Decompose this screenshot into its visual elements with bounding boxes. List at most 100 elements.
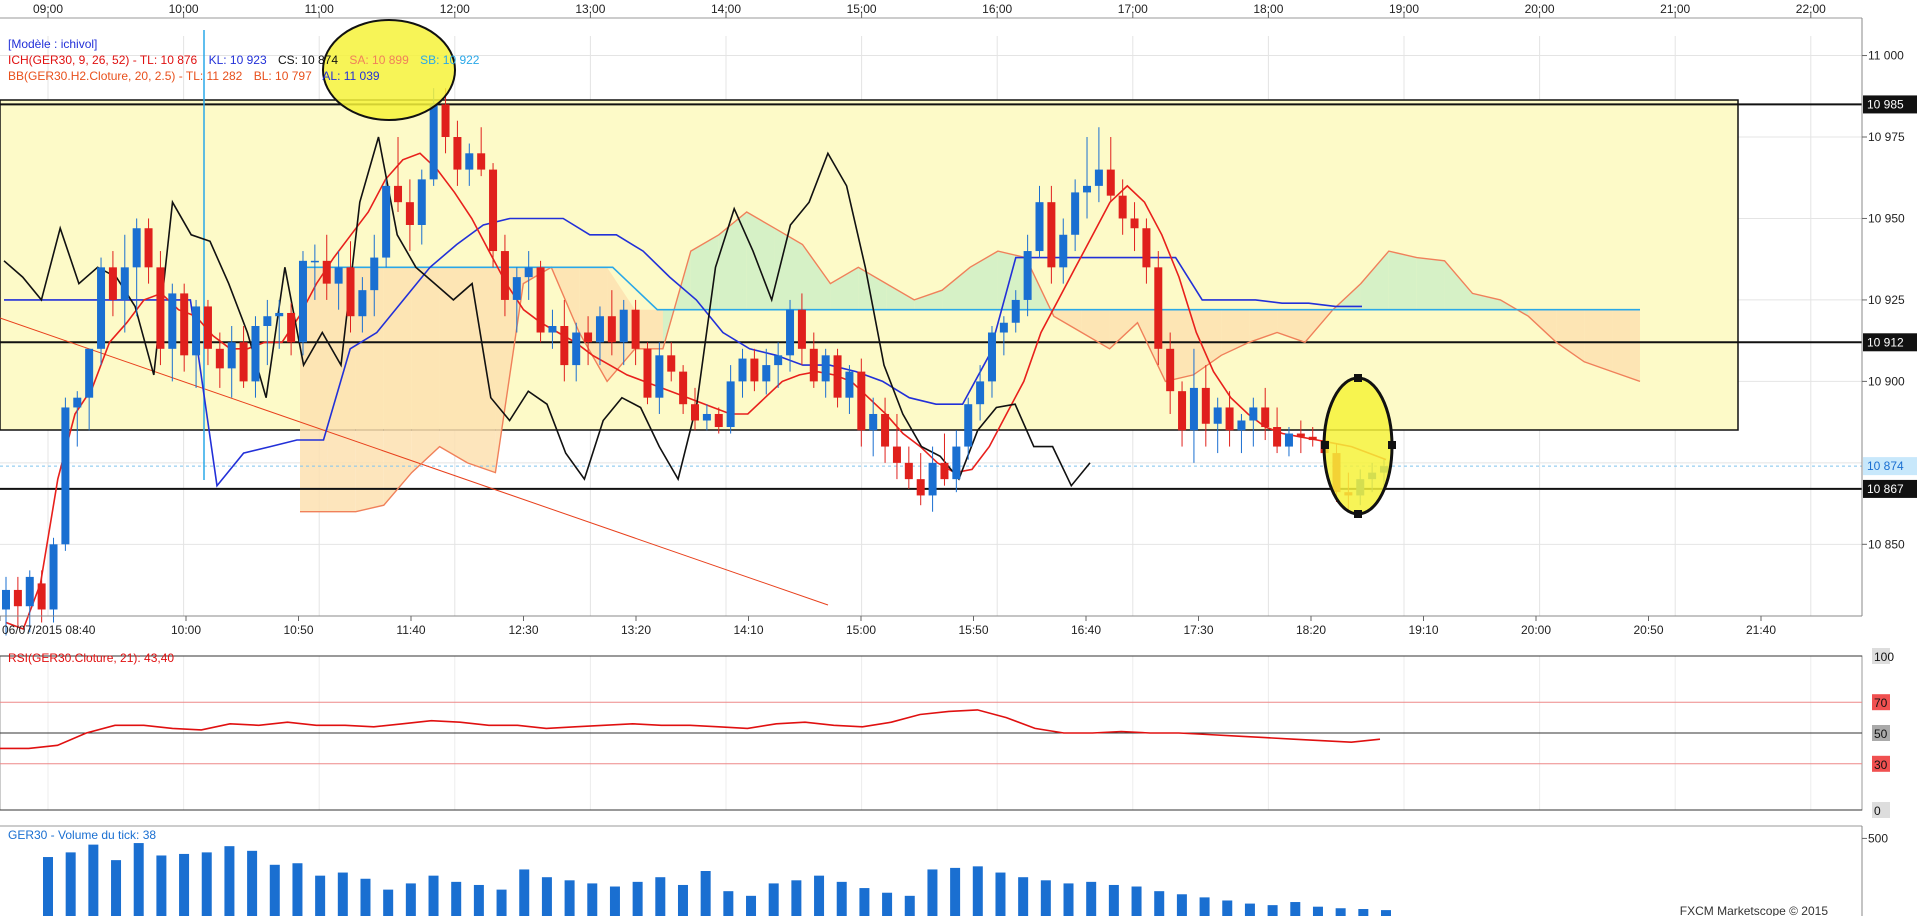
- candle-body: [987, 332, 996, 382]
- candle-body: [1284, 433, 1293, 447]
- candle-body: [679, 371, 688, 405]
- candle-body: [857, 371, 866, 431]
- candle: [156, 251, 165, 366]
- bb-al: AL: 11 039: [322, 69, 379, 83]
- volume-bar: [609, 886, 620, 916]
- volume-bar: [564, 880, 575, 916]
- volume-tick-label: 500: [1868, 831, 1888, 845]
- volume-bar: [814, 875, 825, 916]
- candle-body: [1237, 420, 1246, 431]
- top-axis-label: 14:00: [711, 2, 741, 16]
- candle-body: [322, 260, 331, 284]
- top-axis-label: 22:00: [1796, 2, 1826, 16]
- volume-bar: [791, 880, 802, 916]
- top-axis-label: 19:00: [1389, 2, 1419, 16]
- candle-body: [738, 358, 747, 382]
- volume-bar: [723, 891, 734, 916]
- volume-bar: [746, 895, 757, 916]
- candle-body: [61, 407, 70, 545]
- candle-body: [821, 355, 830, 382]
- candle-body: [809, 348, 818, 382]
- candle: [1154, 251, 1163, 366]
- candle-body: [976, 381, 985, 405]
- candle-body: [37, 583, 46, 610]
- level-tag-label: 10 912: [1867, 335, 1904, 349]
- bb-bl: BL: 10 797: [254, 69, 312, 83]
- level-tag-label: 10 874: [1867, 459, 1904, 473]
- candle-body: [156, 267, 165, 349]
- bottom-axis-label: 20:50: [1633, 623, 1663, 637]
- bottom-axis-label: 15:00: [846, 623, 876, 637]
- volume-label: GER30 - Volume du tick: 38: [8, 828, 156, 842]
- candle-body: [940, 462, 949, 480]
- candle-body: [1011, 299, 1020, 323]
- candle-body: [1225, 407, 1234, 431]
- rsi-tick-label: 50: [1874, 727, 1888, 741]
- volume-bar: [882, 892, 893, 916]
- volume-bar: [655, 877, 666, 916]
- candle-body: [584, 332, 593, 343]
- candle-body: [1201, 387, 1210, 424]
- rsi-panel[interactable]: 100 70 50 30 0 RSI(GER30.Cloture, 21): 43,40: [0, 648, 1894, 818]
- model-label: [Modèle : ichivol]: [8, 37, 97, 51]
- volume-bar: [927, 869, 938, 916]
- volume-bar: [1176, 894, 1187, 916]
- bottom-axis-label: 15:50: [958, 623, 988, 637]
- candle-body: [512, 277, 521, 300]
- volume-bar: [315, 875, 326, 916]
- candle-body: [477, 153, 486, 170]
- volume-bar: [337, 872, 348, 916]
- candle-body: [572, 332, 581, 366]
- candle-body: [750, 358, 759, 382]
- level-tag-label: 10 985: [1867, 97, 1904, 111]
- candle-body: [1035, 202, 1044, 252]
- volume-bar: [269, 864, 280, 916]
- ich-sa: SA: 10 899: [349, 53, 409, 67]
- bottom-axis-label: 17:30: [1183, 623, 1213, 637]
- candle-body: [1261, 407, 1270, 428]
- candle-body: [833, 355, 842, 398]
- candle-body: [453, 137, 462, 170]
- candle-body: [1071, 192, 1080, 235]
- top-axis-label: 13:00: [575, 2, 605, 16]
- volume-bar: [473, 884, 484, 916]
- top-axis-label: 12:00: [440, 2, 470, 16]
- volume-bar: [859, 888, 870, 916]
- candle-body: [1059, 234, 1068, 268]
- candle-body: [726, 381, 735, 428]
- ich-sb: SB: 10 922: [420, 53, 480, 67]
- bottom-axis-label: 06/07/2015 08:40: [2, 623, 96, 637]
- volume-bar: [541, 877, 552, 916]
- candle-body: [287, 312, 296, 343]
- candle-body: [1178, 391, 1187, 431]
- candle-body: [643, 348, 652, 398]
- volume-bar: [700, 871, 711, 916]
- volume-bar: [111, 860, 122, 916]
- candle-body: [714, 413, 723, 428]
- candle-body: [1118, 195, 1127, 219]
- candle-body: [298, 260, 307, 343]
- volume-bar: [836, 881, 847, 916]
- volume-bar: [88, 844, 99, 916]
- price-tick-label: 10 950: [1868, 211, 1905, 225]
- candle-body: [13, 589, 22, 607]
- candle-body: [1213, 407, 1222, 424]
- candle-body: [952, 446, 961, 480]
- candle-body: [560, 326, 569, 366]
- candle-body: [275, 312, 284, 317]
- ich-legend: ICH(GER30, 9, 26, 52) - TL: 10 876 KL: 1…: [8, 53, 480, 67]
- chart-window: 09:00 10:00 11:00 12:00 13:00 14:00 15:00 16:00…: [0, 0, 1919, 918]
- candle-body: [774, 355, 783, 366]
- volume-bar: [950, 867, 961, 916]
- candle-body: [2, 589, 10, 610]
- price-tick-label: 10 900: [1868, 374, 1905, 388]
- volume-bar: [1244, 903, 1255, 916]
- volume-bar: [224, 846, 235, 916]
- bottom-axis-label: 16:40: [1071, 623, 1101, 637]
- candle-body: [607, 316, 616, 343]
- candle-body: [465, 153, 474, 170]
- bb-prefix: BB(GER30.H2.Cloture, 20, 2.5) -: [8, 69, 186, 83]
- candle-body: [192, 306, 201, 356]
- candle-body: [881, 413, 890, 447]
- bottom-axis-label: 10:00: [171, 623, 201, 637]
